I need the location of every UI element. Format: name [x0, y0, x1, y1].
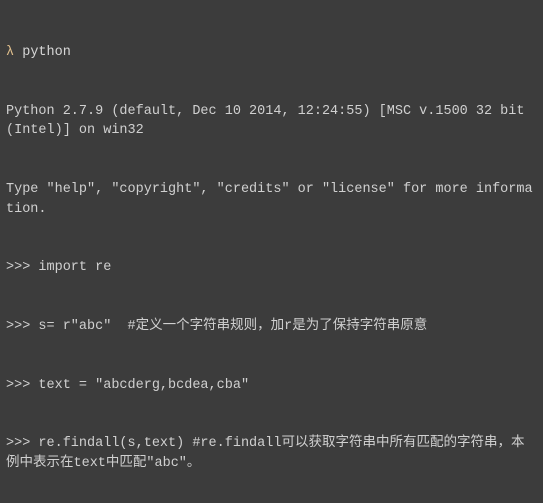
output-line: >>> import re	[6, 258, 537, 278]
output-line: >>> s= r"abc" #定义一个字符串规则，加r是为了保持字符串原意	[6, 317, 537, 337]
output-line: Python 2.7.9 (default, Dec 10 2014, 12:2…	[6, 102, 537, 141]
output-line: >>> re.findall(s,text) #re.findall可以获取字符…	[6, 434, 537, 473]
prompt-command: python	[22, 45, 71, 60]
output-line: >>> text = "abcderg,bcdea,cba"	[6, 376, 537, 396]
terminal-output: λ python Python 2.7.9 (default, Dec 10 2…	[0, 0, 543, 503]
prompt-line: λ python	[6, 43, 537, 63]
lambda-prompt: λ	[6, 45, 14, 60]
output-line: Type "help", "copyright", "credits" or "…	[6, 180, 537, 219]
